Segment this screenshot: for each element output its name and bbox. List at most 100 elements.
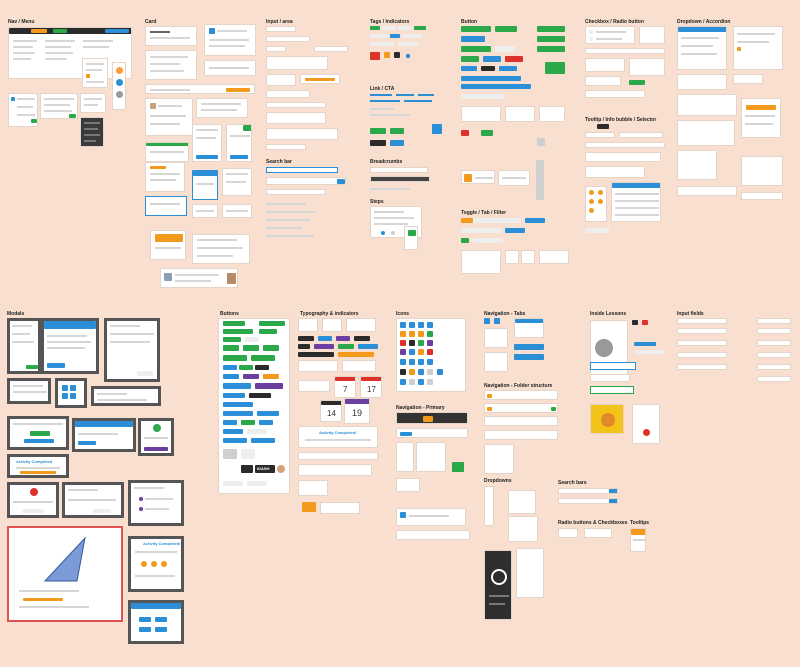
text-input[interactable] bbox=[266, 102, 326, 108]
green-button[interactable] bbox=[223, 321, 245, 326]
tag[interactable] bbox=[398, 26, 412, 30]
select-input[interactable] bbox=[314, 46, 348, 52]
modal-button[interactable] bbox=[22, 509, 44, 513]
green-button[interactable] bbox=[239, 365, 253, 370]
green-button[interactable] bbox=[223, 329, 253, 334]
grey-button[interactable] bbox=[245, 337, 259, 342]
checkbox-row[interactable] bbox=[585, 48, 665, 54]
checkbox-group[interactable] bbox=[584, 528, 612, 538]
tab-list[interactable] bbox=[484, 328, 508, 348]
nav-item[interactable] bbox=[53, 29, 67, 33]
search-input[interactable] bbox=[266, 167, 338, 173]
dropdown-menu[interactable] bbox=[677, 26, 727, 70]
modal-button[interactable] bbox=[144, 447, 168, 451]
icon-button[interactable] bbox=[241, 449, 255, 459]
cta-button[interactable] bbox=[390, 128, 404, 134]
button-card[interactable] bbox=[498, 170, 530, 186]
icon-button[interactable] bbox=[461, 130, 469, 136]
dropdown-list[interactable] bbox=[508, 490, 536, 514]
wide-button[interactable] bbox=[461, 84, 531, 89]
filter-button[interactable] bbox=[525, 218, 545, 223]
primary-button[interactable] bbox=[537, 46, 565, 52]
date-picker[interactable] bbox=[611, 182, 661, 222]
rail-icon[interactable] bbox=[116, 91, 123, 98]
answer-option[interactable] bbox=[590, 362, 636, 370]
folder-list[interactable] bbox=[484, 444, 514, 474]
search-button[interactable] bbox=[609, 489, 617, 493]
confirm-button[interactable] bbox=[629, 80, 645, 85]
tag[interactable] bbox=[370, 26, 380, 30]
grey-button[interactable] bbox=[247, 429, 267, 434]
text-input[interactable] bbox=[266, 46, 286, 52]
cta-tile[interactable] bbox=[432, 124, 442, 134]
tab-icon[interactable] bbox=[494, 318, 500, 324]
small-button[interactable] bbox=[461, 66, 477, 71]
primary-button[interactable] bbox=[495, 26, 517, 32]
grey-button[interactable] bbox=[247, 481, 267, 486]
text-input[interactable] bbox=[757, 376, 791, 382]
selector[interactable] bbox=[585, 228, 609, 233]
accordion[interactable] bbox=[677, 150, 717, 180]
icon-button[interactable] bbox=[223, 449, 237, 459]
danger-button[interactable] bbox=[505, 56, 523, 62]
text-input[interactable] bbox=[677, 364, 727, 370]
search-input[interactable] bbox=[266, 177, 346, 185]
dropdown[interactable] bbox=[677, 186, 737, 196]
blue-button[interactable] bbox=[223, 420, 237, 425]
green-button[interactable] bbox=[263, 345, 279, 351]
breadcrumb-dark[interactable] bbox=[370, 176, 430, 182]
text-input[interactable] bbox=[677, 340, 727, 346]
green-button[interactable] bbox=[241, 420, 255, 425]
primary-button[interactable] bbox=[461, 26, 491, 32]
accordion[interactable] bbox=[677, 74, 727, 90]
dark-dropdown[interactable] bbox=[484, 550, 512, 620]
answer-option[interactable] bbox=[590, 386, 634, 394]
checkbox-row[interactable] bbox=[585, 90, 645, 98]
primary-button[interactable] bbox=[461, 56, 479, 62]
dropdown-menu[interactable] bbox=[741, 98, 781, 138]
button-card[interactable] bbox=[461, 170, 495, 184]
text-input[interactable] bbox=[266, 36, 310, 42]
dropdown-panel[interactable] bbox=[516, 548, 544, 598]
tag[interactable] bbox=[390, 34, 400, 38]
primary-button[interactable] bbox=[537, 36, 565, 42]
tag[interactable] bbox=[402, 34, 422, 38]
cta-button[interactable] bbox=[370, 128, 386, 134]
purple-button[interactable] bbox=[255, 383, 283, 389]
textarea[interactable] bbox=[266, 56, 328, 70]
search-input[interactable] bbox=[266, 189, 326, 195]
blue-button[interactable] bbox=[223, 438, 247, 443]
search-button[interactable] bbox=[337, 179, 345, 184]
dark-button[interactable] bbox=[249, 393, 271, 398]
record-button[interactable] bbox=[643, 429, 650, 436]
tag[interactable] bbox=[370, 34, 388, 38]
rail-icon[interactable] bbox=[116, 79, 123, 86]
rating-input[interactable] bbox=[300, 74, 340, 84]
primary-nav-bar[interactable] bbox=[396, 530, 470, 540]
ghost-button[interactable] bbox=[495, 46, 515, 52]
card-button[interactable] bbox=[196, 155, 218, 159]
radio-group[interactable] bbox=[558, 528, 578, 538]
modal-button[interactable] bbox=[47, 363, 65, 368]
blue-button[interactable] bbox=[251, 438, 275, 443]
text-input[interactable] bbox=[757, 364, 791, 370]
control-button[interactable] bbox=[642, 320, 648, 325]
large-cta-button[interactable] bbox=[545, 62, 565, 74]
modal-button[interactable] bbox=[26, 365, 38, 369]
text-input[interactable] bbox=[266, 90, 310, 98]
play-button[interactable] bbox=[241, 465, 253, 473]
search-button[interactable] bbox=[609, 499, 617, 503]
primary-nav-dark[interactable] bbox=[396, 412, 468, 424]
secondary-button[interactable] bbox=[461, 36, 485, 42]
green-button[interactable] bbox=[251, 355, 275, 361]
step-dot[interactable] bbox=[391, 231, 395, 235]
text-input[interactable] bbox=[266, 144, 306, 150]
card-outlined[interactable] bbox=[145, 196, 187, 216]
tag[interactable] bbox=[370, 42, 394, 46]
segmented-control[interactable] bbox=[473, 238, 503, 243]
dropdown-list[interactable] bbox=[484, 486, 494, 526]
nav-active-item[interactable] bbox=[31, 29, 47, 33]
folder-row[interactable] bbox=[484, 430, 558, 440]
tab-bar[interactable] bbox=[514, 354, 544, 360]
control-button[interactable] bbox=[632, 320, 638, 325]
